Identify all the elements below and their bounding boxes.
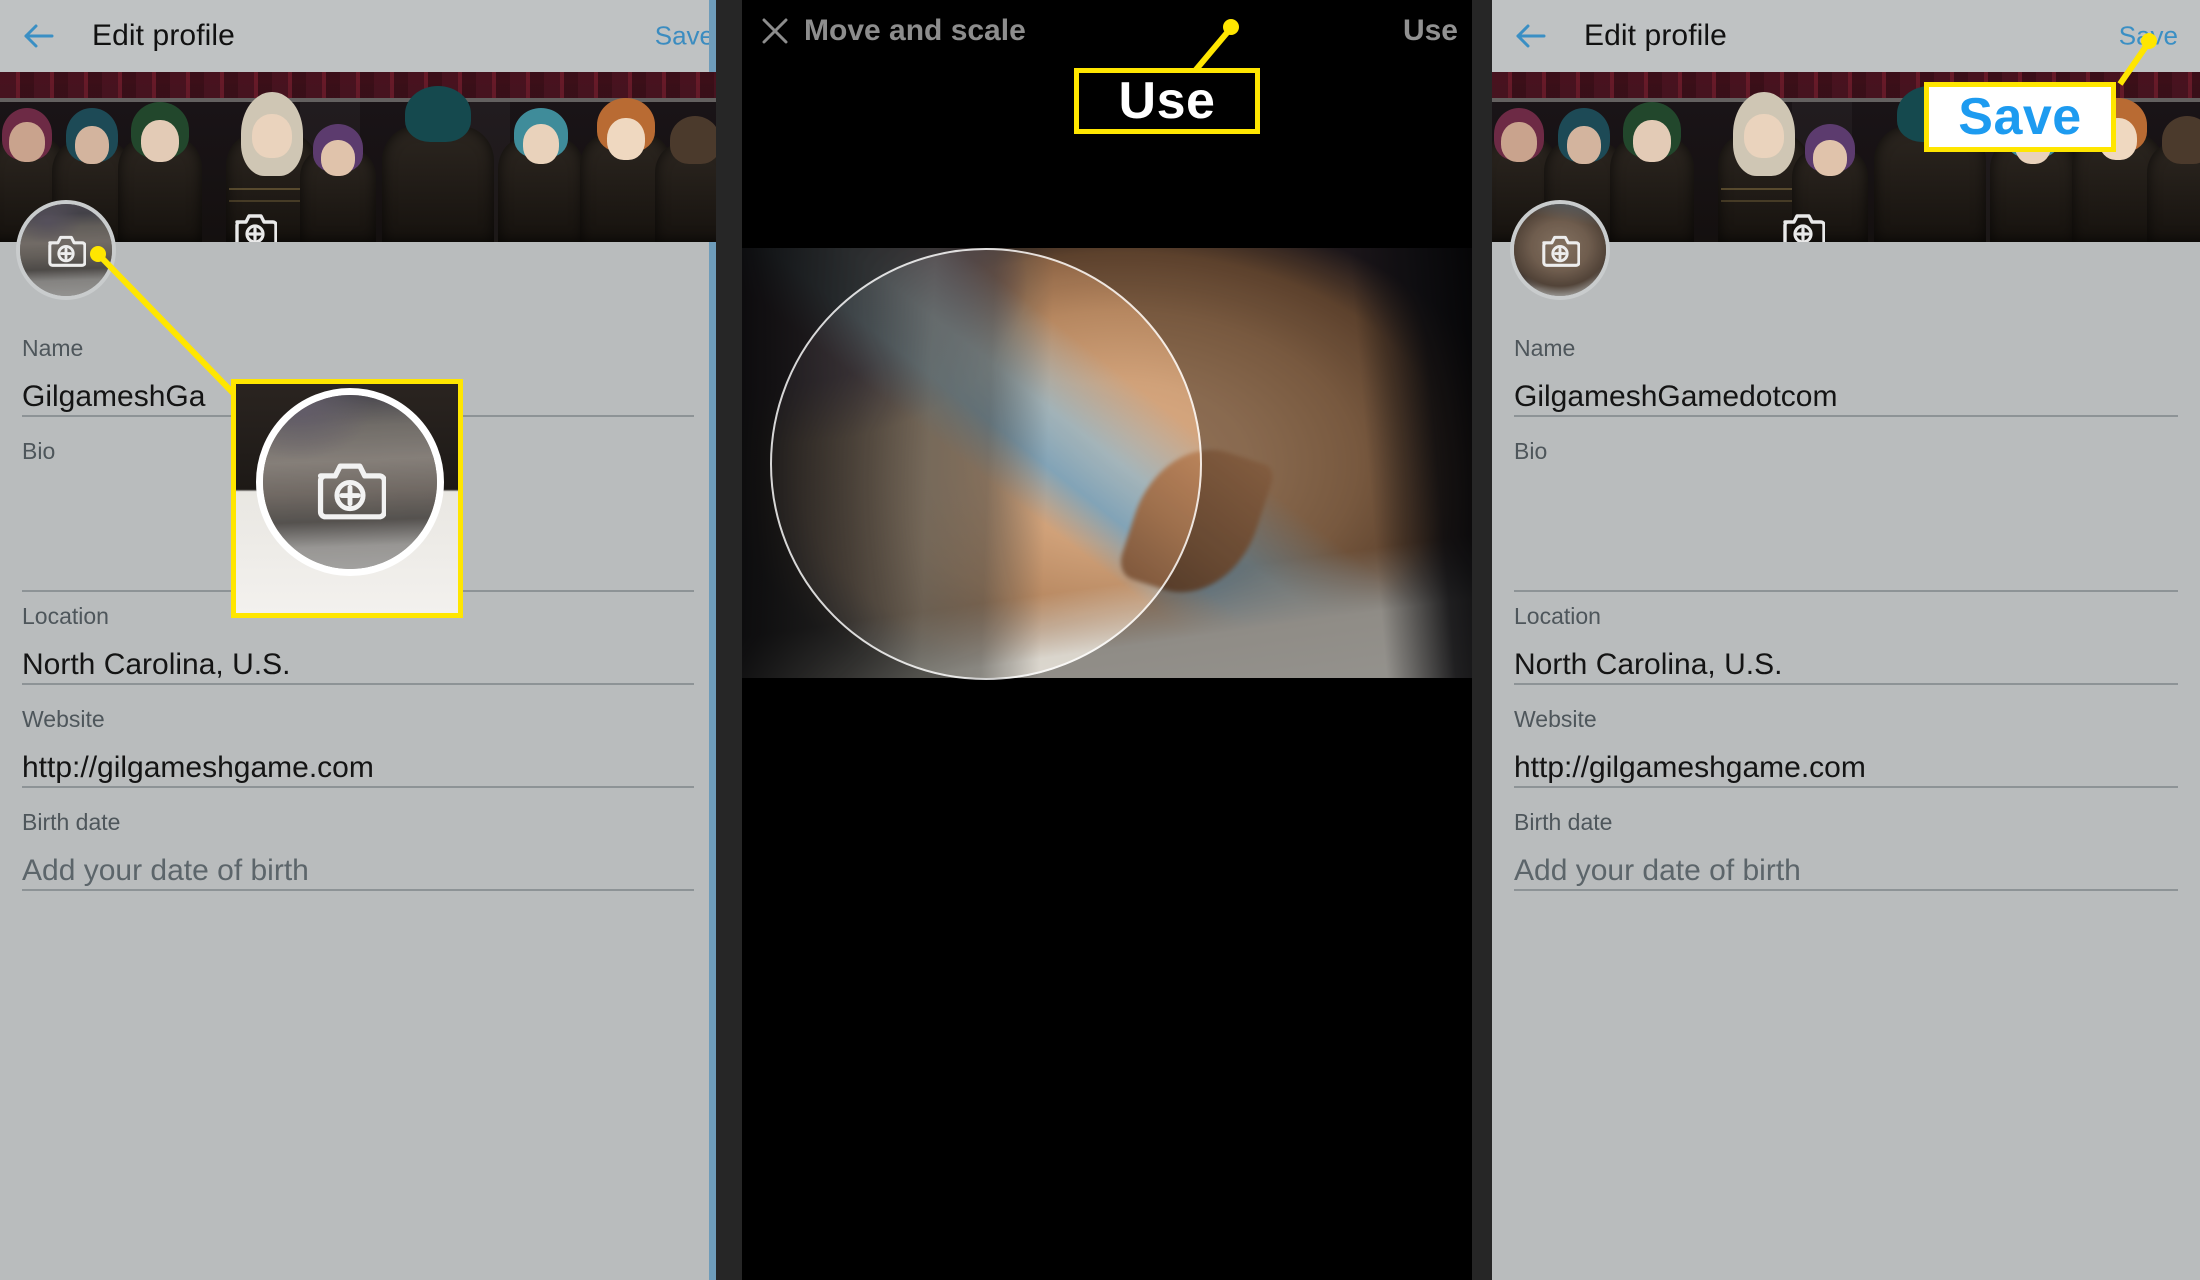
field-label: Website	[22, 706, 105, 732]
cropper-app-bar: Move and scale Use	[742, 0, 1472, 62]
avatar-zoom-callout	[231, 379, 463, 618]
panel-edit-profile-before: Edit profile Save Name GilgameshGa Bio L…	[0, 0, 716, 1280]
zoomed-add-photo-camera-icon	[314, 456, 386, 522]
field-value[interactable]: Add your date of birth	[22, 856, 694, 886]
field-label: Birth date	[1514, 809, 1613, 835]
field-website[interactable]: Website http://gilgameshgame.com	[22, 706, 694, 788]
field-value[interactable]: GilgameshGamedotcom	[1514, 382, 2178, 412]
banner-figure	[1610, 100, 1694, 242]
field-label: Website	[1514, 706, 1597, 732]
avatar-add-photo-camera-icon[interactable]	[46, 232, 86, 268]
save-callout-label: Save	[1958, 88, 2082, 146]
callout-anchor-dot	[90, 246, 106, 262]
three-panel-tutorial-screenshot: Edit profile Save Name GilgameshGa Bio L…	[0, 0, 2200, 1280]
avatar[interactable]	[1510, 200, 1610, 300]
field-value[interactable]: North Carolina, U.S.	[22, 650, 694, 680]
field-birth-date[interactable]: Birth date Add your date of birth	[22, 809, 694, 891]
use-callout-label: Use	[1118, 72, 1216, 130]
banner-add-photo-camera-icon[interactable]	[233, 210, 278, 242]
field-value[interactable]: Add your date of birth	[1514, 856, 2178, 886]
field-label: Birth date	[22, 809, 121, 835]
field-value[interactable]: North Carolina, U.S.	[1514, 650, 2178, 680]
field-birth-date[interactable]: Birth date Add your date of birth	[1514, 809, 2178, 891]
field-location[interactable]: Location North Carolina, U.S.	[1514, 603, 2178, 685]
field-name[interactable]: Name GilgameshGamedotcom	[1514, 335, 2178, 417]
app-bar: Edit profile Save	[0, 0, 716, 72]
zoomed-avatar	[256, 388, 444, 576]
use-button[interactable]: Use	[1403, 14, 1458, 48]
banner-figure	[118, 100, 202, 242]
banner-figure	[498, 102, 584, 242]
banner-top-stripe	[0, 72, 716, 98]
back-arrow-icon[interactable]	[22, 19, 56, 53]
circular-crop-guide[interactable]	[770, 248, 1202, 680]
field-website[interactable]: Website http://gilgameshgame.com	[1514, 706, 2178, 788]
field-label: Bio	[1514, 438, 1548, 464]
close-x-icon[interactable]	[760, 16, 790, 46]
page-title: Edit profile	[1584, 19, 1727, 52]
avatar-add-photo-camera-icon[interactable]	[1540, 232, 1580, 268]
banner-add-photo-camera-icon[interactable]	[1781, 210, 1826, 242]
banner-figure	[300, 114, 376, 242]
use-callout-box: Use	[1074, 68, 1260, 134]
back-arrow-icon[interactable]	[1514, 19, 1548, 53]
use-callout-anchor-dot	[1223, 19, 1239, 35]
panel-gutter-2	[1472, 0, 1492, 1280]
panel-gutter-1	[716, 0, 742, 1280]
field-label: Name	[22, 335, 84, 361]
save-callout-anchor-dot	[2141, 33, 2157, 49]
field-label: Location	[1514, 603, 1601, 629]
banner-figure	[655, 108, 716, 242]
app-bar: Edit profile Save	[1492, 0, 2200, 72]
field-bio[interactable]: Bio	[1514, 438, 2178, 592]
panel-edit-profile-after: Edit profile Save	[1492, 0, 2200, 1280]
page-title: Edit profile	[92, 19, 235, 52]
field-value[interactable]: http://gilgameshgame.com	[22, 753, 694, 783]
cropper-title: Move and scale	[804, 14, 1026, 47]
banner-figure	[2147, 108, 2200, 242]
save-callout-box: Save	[1924, 82, 2116, 152]
field-label: Name	[1514, 335, 1576, 361]
panel-move-and-scale: Move and scale Use Use	[742, 0, 1472, 1280]
field-value[interactable]: http://gilgameshgame.com	[1514, 753, 2178, 783]
save-button[interactable]: Save	[655, 21, 714, 52]
